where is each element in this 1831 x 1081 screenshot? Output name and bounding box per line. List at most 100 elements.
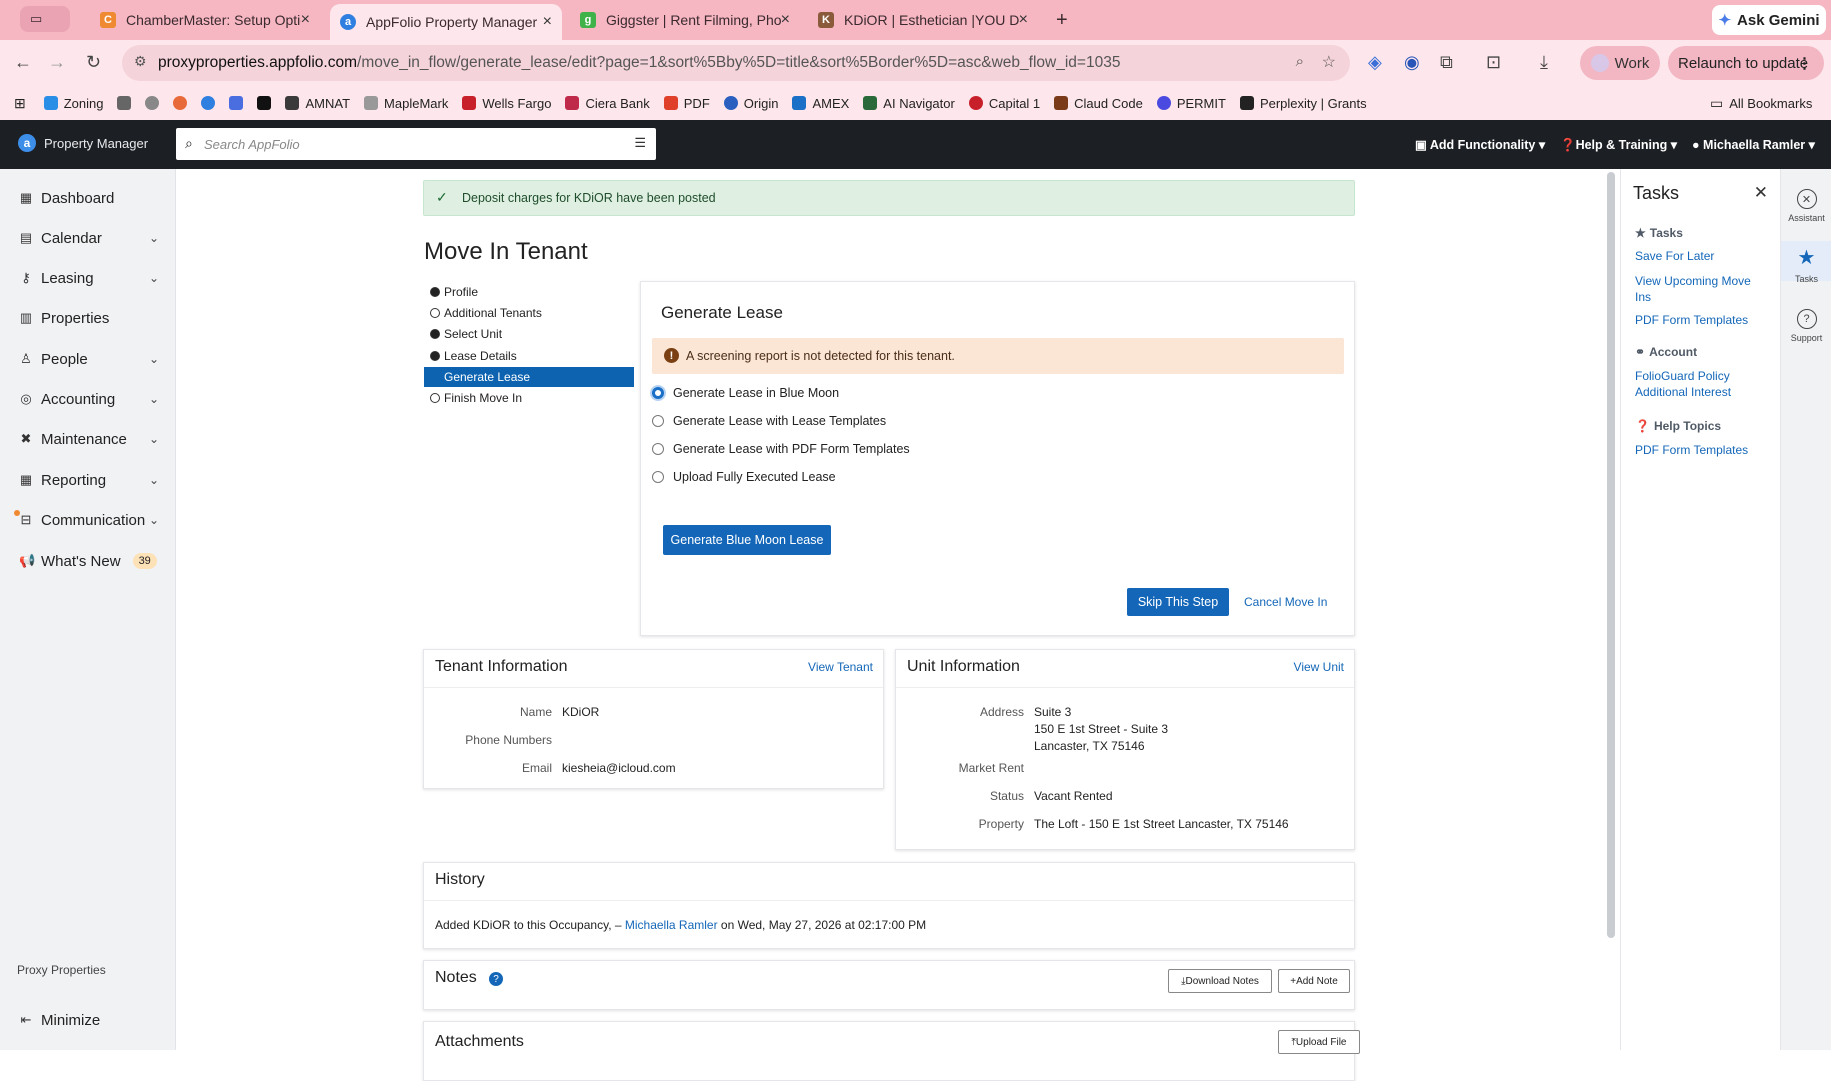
view-upcoming-move-ins-link[interactable]: View Upcoming Move Ins	[1635, 273, 1765, 305]
radio-lease-templates[interactable]: Generate Lease with Lease Templates	[652, 414, 886, 428]
site-info-icon[interactable]: ⚙	[134, 53, 147, 70]
help-icon[interactable]: ?	[489, 972, 503, 986]
tab-search-icon[interactable]: ⊡	[1486, 52, 1501, 73]
bookmark-item[interactable]	[117, 96, 132, 110]
new-tab-button[interactable]: +	[1046, 4, 1076, 36]
download-icon[interactable]: ⤓	[1540, 52, 1548, 73]
appfolio-icon: a	[340, 14, 356, 30]
close-tab-icon[interactable]: ×	[301, 11, 310, 29]
help-pdf-form-templates-link[interactable]: PDF Form Templates	[1635, 442, 1765, 458]
add-note-button[interactable]: + Add Note	[1278, 969, 1350, 993]
nav-item-people[interactable]: ♙ People ⌄	[19, 347, 159, 371]
radio-upload-lease[interactable]: Upload Fully Executed Lease	[652, 470, 836, 484]
nav-item-whats-new[interactable]: 📢 What's New 39	[19, 549, 159, 573]
extension-icon[interactable]: ◈	[1368, 52, 1382, 73]
rail-tasks[interactable]: ★ Tasks	[1781, 241, 1831, 284]
bookmark-item[interactable]: AI Navigator	[863, 96, 955, 111]
bookmark-item[interactable]	[229, 96, 244, 110]
radio-pdf-templates[interactable]: Generate Lease with PDF Form Templates	[652, 442, 910, 456]
brand[interactable]: a Property Manager	[18, 134, 148, 152]
save-for-later-link[interactable]: Save For Later	[1635, 248, 1765, 264]
upload-file-button[interactable]: ⤒ Upload File	[1278, 1030, 1360, 1054]
history-user-link[interactable]: Michaella Ramler	[625, 918, 718, 932]
pdf-form-templates-link[interactable]: PDF Form Templates	[1635, 312, 1765, 328]
step-additional-tenants[interactable]: Additional Tenants	[424, 303, 634, 323]
scrollbar[interactable]	[1607, 172, 1615, 938]
profile-button[interactable]: Work	[1580, 46, 1660, 80]
close-tab-icon[interactable]: ×	[1019, 11, 1028, 29]
minimize-button[interactable]: ⇤ Minimize	[19, 1008, 159, 1032]
filter-icon[interactable]: ☰	[634, 135, 646, 151]
radio-button[interactable]	[652, 471, 664, 483]
folioguard-policy-link[interactable]: FolioGuard Policy Additional Interest	[1635, 368, 1765, 400]
zoom-icon[interactable]: ⌕	[1296, 53, 1304, 70]
tab-group-button[interactable]: ▭	[20, 6, 70, 32]
forward-icon[interactable]: →	[48, 52, 66, 73]
bookmark-item[interactable]	[145, 96, 160, 110]
bookmark-item[interactable]: Origin	[723, 96, 778, 111]
bookmark-item[interactable]: PERMIT	[1156, 96, 1226, 111]
rail-assistant[interactable]: ✕ Assistant	[1781, 189, 1831, 223]
bookmark-item[interactable]: Capital 1	[968, 96, 1040, 111]
password-manager-icon[interactable]: ◉	[1404, 52, 1420, 73]
nav-item-leasing[interactable]: ⚷ Leasing ⌄	[19, 266, 159, 290]
ask-gemini-button[interactable]: ✦ Ask Gemini	[1712, 5, 1826, 35]
user-menu[interactable]: ● Michaella Ramler ▾	[1692, 137, 1815, 152]
rail-support[interactable]: ? Support	[1781, 309, 1831, 343]
step-generate-lease[interactable]: Generate Lease	[424, 367, 634, 387]
radio-button[interactable]	[652, 443, 664, 455]
bookmark-item[interactable]: AMNAT	[285, 96, 350, 111]
nav-item-reporting[interactable]: ▦ Reporting ⌄	[19, 468, 159, 492]
view-unit-link[interactable]: View Unit	[1294, 660, 1344, 674]
radio-blue-moon[interactable]: Generate Lease in Blue Moon	[652, 386, 839, 400]
browser-tab[interactable]: g Giggster | Rent Filming, Photo ×	[570, 4, 800, 36]
nav-item-maintenance[interactable]: ✖ Maintenance ⌄	[19, 427, 159, 451]
nav-item-accounting[interactable]: ◎ Accounting ⌄	[19, 387, 159, 411]
relaunch-button[interactable]: Relaunch to update ⋮	[1668, 46, 1824, 80]
nav-item-calendar[interactable]: ▤ Calendar ⌄	[19, 226, 159, 250]
nav-item-dashboard[interactable]: ▦ Dashboard	[19, 186, 159, 210]
generate-blue-moon-lease-button[interactable]: Generate Blue Moon Lease	[663, 525, 831, 555]
address-bar[interactable]: ⚙ proxyproperties.appfolio.com/move_in_f…	[122, 45, 1350, 81]
bookmark-item[interactable]: MapleMark	[364, 96, 448, 111]
bookmark-item[interactable]: Zoning	[43, 96, 103, 111]
nav-item-properties[interactable]: ▥ Properties	[19, 306, 159, 330]
browser-tab[interactable]: K KDiOR | Esthetician |YOU DEF ×	[808, 4, 1038, 36]
help-training-menu[interactable]: ❓Help & Training ▾	[1560, 137, 1677, 153]
view-tenant-link[interactable]: View Tenant	[808, 660, 873, 674]
close-icon[interactable]: ✕	[1754, 183, 1768, 203]
nav-item-communication[interactable]: ⊟ Communication ⌄	[14, 508, 159, 532]
bookmark-item[interactable]: Wells Fargo	[462, 96, 551, 111]
bookmark-item[interactable]: PDF	[663, 96, 710, 111]
step-profile[interactable]: Profile	[424, 282, 634, 302]
back-icon[interactable]: ←	[14, 52, 32, 73]
bookmark-item[interactable]	[173, 96, 188, 110]
bookmark-item[interactable]: Perplexity | Grants	[1239, 96, 1367, 111]
bookmark-star-icon[interactable]: ☆	[1322, 52, 1336, 72]
bookmark-icon	[1239, 96, 1254, 110]
cancel-move-in-link[interactable]: Cancel Move In	[1244, 595, 1327, 609]
close-tab-icon[interactable]: ×	[781, 11, 790, 29]
close-tab-icon[interactable]: ×	[543, 13, 552, 31]
search-input[interactable]: ⌕ Search AppFolio ☰	[176, 128, 656, 160]
apps-grid-icon[interactable]: ⊞	[14, 95, 26, 112]
step-finish-move-in[interactable]: Finish Move In	[424, 388, 634, 408]
bookmark-item[interactable]: Ciera Bank	[565, 96, 650, 111]
kebab-menu-icon[interactable]: ⋮	[1797, 54, 1812, 72]
step-lease-details[interactable]: Lease Details	[424, 346, 634, 366]
bookmark-item[interactable]: AMEX	[792, 96, 849, 111]
extensions-puzzle-icon[interactable]: ⧉	[1440, 52, 1453, 73]
download-notes-button[interactable]: ⤓ Download Notes	[1168, 969, 1272, 993]
add-functionality-menu[interactable]: ▣ Add Functionality ▾	[1415, 137, 1545, 152]
skip-step-button[interactable]: Skip This Step	[1127, 588, 1229, 616]
radio-button[interactable]	[652, 387, 664, 399]
browser-tab[interactable]: C ChamberMaster: Setup Optio ×	[90, 4, 320, 36]
bookmark-item[interactable]	[257, 96, 272, 110]
step-select-unit[interactable]: Select Unit	[424, 324, 634, 344]
bookmark-item[interactable]: Claud Code	[1054, 96, 1143, 111]
bookmark-item[interactable]	[201, 96, 216, 110]
reload-icon[interactable]: ↻	[86, 52, 101, 73]
all-bookmarks-folder[interactable]: ▭ All Bookmarks	[1710, 95, 1812, 112]
browser-tab-active[interactable]: a AppFolio Property Manager ×	[330, 4, 562, 40]
radio-button[interactable]	[652, 415, 664, 427]
